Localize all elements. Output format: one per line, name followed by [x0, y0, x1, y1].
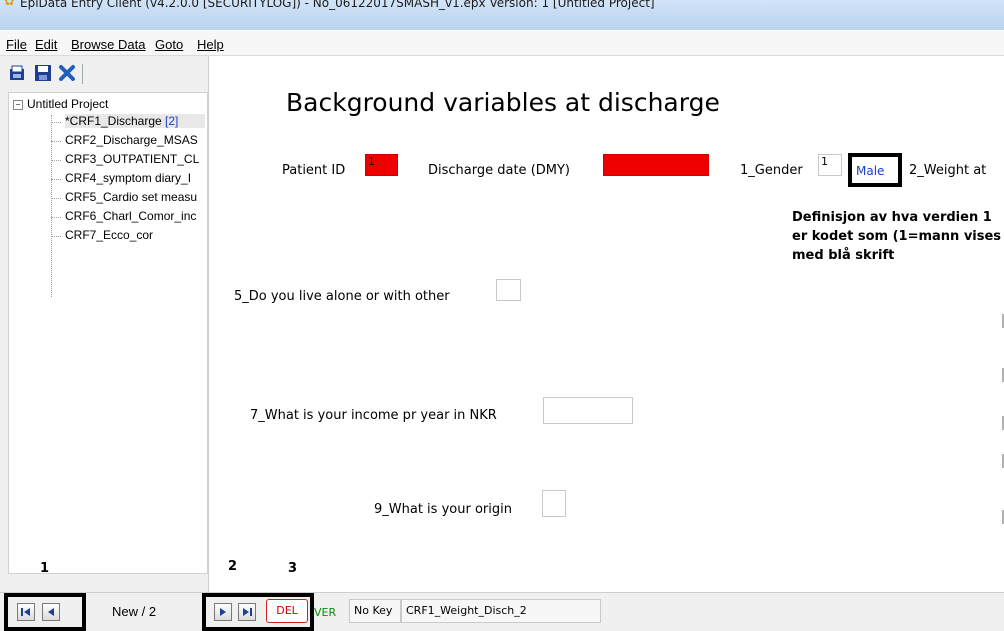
- last-record-icon: [243, 608, 252, 616]
- live-alone-field[interactable]: [496, 279, 521, 301]
- annotation-note: Definisjon av hva verdien 1 er kodet som…: [792, 210, 1002, 263]
- menu-goto[interactable]: Goto: [155, 37, 183, 52]
- tree-connector: [51, 217, 61, 218]
- tree-connector: [51, 160, 61, 161]
- first-record-button[interactable]: [17, 603, 35, 621]
- key-status: No Key: [349, 599, 401, 623]
- tree-item-crf7[interactable]: CRF7_Ecco_cor: [65, 228, 205, 242]
- menu-browse-data[interactable]: Browse Data: [71, 37, 145, 52]
- tree-root-label: Untitled Project: [27, 97, 109, 111]
- tree-connector: [51, 122, 61, 123]
- tree-item-crf2[interactable]: CRF2_Discharge_MSAS: [65, 133, 205, 147]
- tree-item-label: *CRF1_Discharge: [65, 114, 162, 128]
- tree-connector: [51, 236, 61, 237]
- callout-number: 3: [288, 561, 298, 576]
- gender-label: 1_Gender: [740, 163, 803, 178]
- previous-record-icon: [48, 608, 54, 616]
- project-tree: − Untitled Project *CRF1_Discharge [2] CR…: [8, 92, 208, 574]
- window-title: EpiData Entry Client (v4.2.0.0 [SECURITY…: [20, 0, 655, 10]
- tree-root[interactable]: − Untitled Project: [13, 97, 108, 111]
- tree-connector: [51, 179, 61, 180]
- project-panel: − Untitled Project *CRF1_Discharge [2] CR…: [0, 56, 209, 630]
- callout-number: 1: [40, 561, 50, 576]
- first-record-icon: [21, 608, 30, 616]
- record-count-badge: [2]: [165, 114, 179, 128]
- menu-bar: File Edit Browse Data Goto Help: [0, 31, 1004, 56]
- live-alone-label: 5_Do you live alone or with other: [234, 289, 450, 304]
- collapse-icon[interactable]: −: [13, 99, 23, 110]
- next-record-button[interactable]: [214, 603, 232, 621]
- open-project-icon[interactable]: [8, 64, 26, 82]
- last-record-button[interactable]: [238, 603, 256, 621]
- income-field[interactable]: [543, 397, 633, 424]
- close-project-icon[interactable]: [58, 64, 76, 82]
- income-label: 7_What is your income pr year in NKR: [250, 408, 497, 423]
- patient-id-field[interactable]: 1: [365, 154, 398, 176]
- gender-field[interactable]: 1: [818, 154, 842, 176]
- app-icon: ✿: [4, 0, 15, 9]
- previous-record-button[interactable]: [42, 603, 60, 621]
- gender-value-label: Male: [848, 153, 902, 187]
- record-counter: New / 2: [112, 604, 157, 619]
- tree-connector: [51, 141, 61, 142]
- tree-item-crf4[interactable]: CRF4_symptom diary_I: [65, 171, 205, 185]
- origin-label: 9_What is your origin: [374, 502, 512, 517]
- navigation-bar: New / 2 DEL VER No Key CRF1_Weight_Disch…: [0, 592, 1004, 631]
- discharge-date-field[interactable]: [603, 154, 709, 176]
- callout-number: 2: [228, 559, 238, 574]
- tree-item-crf5[interactable]: CRF5_Cardio set measu: [65, 190, 205, 204]
- next-record-icon: [220, 608, 226, 616]
- weight-label: 2_Weight at: [909, 163, 987, 178]
- title-bar: ✿ EpiData Entry Client (v4.2.0.0 [SECURI…: [0, 0, 1004, 30]
- form-heading: Background variables at discharge: [286, 88, 720, 117]
- tree-connector: [51, 198, 61, 199]
- delete-button[interactable]: DEL: [266, 599, 308, 623]
- data-entry-form: Background variables at discharge Patien…: [214, 56, 1004, 592]
- tree-connector: [51, 115, 52, 297]
- verify-indicator: VER: [314, 606, 337, 619]
- discharge-date-label: Discharge date (DMY): [428, 163, 571, 178]
- tree-item-crf3[interactable]: CRF3_OUTPATIENT_CL: [65, 152, 205, 166]
- menu-file[interactable]: File: [6, 37, 27, 52]
- tree-item-crf1[interactable]: *CRF1_Discharge [2]: [65, 114, 205, 128]
- current-field-status: CRF1_Weight_Disch_2: [401, 599, 601, 623]
- patient-id-label: Patient ID: [282, 163, 346, 178]
- toolbar-divider: [82, 64, 83, 84]
- tree-item-crf6[interactable]: CRF6_Charl_Comor_inc: [65, 209, 205, 223]
- menu-edit[interactable]: Edit: [35, 37, 57, 52]
- save-icon[interactable]: [34, 64, 52, 82]
- origin-field[interactable]: [542, 490, 566, 517]
- menu-help[interactable]: Help: [197, 37, 224, 52]
